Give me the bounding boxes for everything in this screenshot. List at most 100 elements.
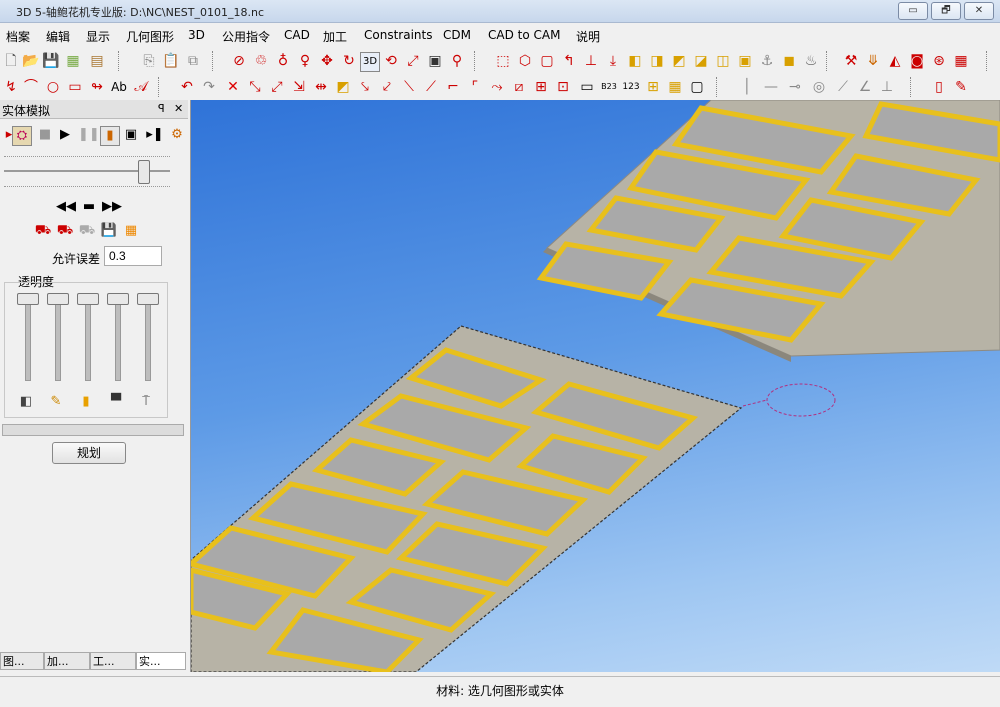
speed-slider-thumb[interactable] <box>138 160 150 184</box>
circle-icon[interactable]: ○ <box>44 78 62 96</box>
line-dash-icon[interactable]: ⊸ <box>786 78 804 96</box>
angle-icon[interactable]: ∠ <box>856 78 874 96</box>
transparency-slider-4[interactable] <box>115 297 121 381</box>
transparency-thumb-1[interactable] <box>17 293 39 305</box>
transparency-slider-5[interactable] <box>145 297 151 381</box>
iso-view-icon[interactable]: ⬡ <box>516 52 534 70</box>
node-edit-icon[interactable]: ⊡ <box>554 78 572 96</box>
stop-icon[interactable]: ■ <box>36 126 54 144</box>
maximize-button[interactable]: 🗗 <box>931 2 961 20</box>
minimize-button[interactable]: ▭ <box>898 2 928 20</box>
menu-3d[interactable]: 3D <box>188 28 205 42</box>
3d-scene[interactable] <box>191 100 1000 672</box>
open-folder-icon[interactable]: 📂 <box>22 52 40 70</box>
menu-cdm[interactable]: CDM <box>443 28 471 42</box>
frame-icon[interactable]: ▦ <box>666 78 684 96</box>
step-icon[interactable]: ▣ <box>122 126 140 144</box>
break-icon[interactable]: ⌐ <box>444 78 462 96</box>
menu-view[interactable]: 显示 <box>86 28 110 45</box>
edit-pen-icon[interactable]: ✎ <box>952 78 970 96</box>
transparency-thumb-5[interactable] <box>137 293 159 305</box>
cube-left-icon[interactable]: ◫ <box>714 52 732 70</box>
mirror-icon[interactable]: ⇹ <box>312 78 330 96</box>
undo-icon[interactable]: ↶ <box>178 78 196 96</box>
chamfer-icon[interactable]: ⟋ <box>422 78 440 96</box>
zoom-window-icon[interactable]: ⚲ <box>448 52 466 70</box>
cube-side-icon[interactable]: ◩ <box>670 52 688 70</box>
redo-icon[interactable]: ↷ <box>200 78 218 96</box>
horizontal-scrollbar[interactable] <box>2 424 184 436</box>
menu-utilities[interactable]: 公用指令 <box>222 28 270 45</box>
zoom-fit-icon[interactable]: ⤢ <box>404 52 422 70</box>
tab-solid[interactable]: 实... <box>136 652 186 670</box>
tab-geometry[interactable]: 图... <box>0 652 44 670</box>
3d-viewport[interactable] <box>191 100 1000 672</box>
save-sim-icon[interactable]: 💾 <box>100 222 118 240</box>
reset-icon[interactable]: ▬ <box>80 198 98 216</box>
transparency-thumb-2[interactable] <box>47 293 69 305</box>
line-h-icon[interactable]: │ <box>738 78 756 96</box>
simulate-b-icon[interactable]: ⛟ <box>56 222 74 240</box>
save-icon[interactable]: 💾 <box>42 52 60 70</box>
fillet-icon[interactable]: ⟍ <box>400 78 418 96</box>
transparency-slider-1[interactable] <box>25 297 31 381</box>
curve-icon[interactable]: ↬ <box>88 78 106 96</box>
lathe-icon[interactable]: ♨ <box>802 52 820 70</box>
cube-bottom-icon[interactable]: ◼ <box>780 52 798 70</box>
menu-cad[interactable]: CAD <box>284 28 310 42</box>
menu-help[interactable]: 说明 <box>576 28 600 45</box>
print-icon[interactable]: ▦ <box>64 52 82 70</box>
trim-icon[interactable]: ⤥ <box>356 78 374 96</box>
copy-icon[interactable]: ⎘ <box>140 52 158 70</box>
offset-icon[interactable]: ◩ <box>334 78 352 96</box>
axis-z-icon[interactable]: ⊥ <box>582 52 600 70</box>
solid-b-icon[interactable]: ◙ <box>908 52 926 70</box>
arc-icon[interactable]: ⌒ <box>22 78 40 96</box>
polyline-icon[interactable]: ↯ <box>2 78 20 96</box>
line-d-icon[interactable]: — <box>762 78 780 96</box>
palette-icon[interactable]: ▦ <box>122 222 140 240</box>
box-view-icon[interactable]: ⬚ <box>494 52 512 70</box>
anchor-icon[interactable]: ⚓ <box>758 52 776 70</box>
join-icon[interactable]: ⌜ <box>466 78 484 96</box>
tool-icon[interactable]: ▮ <box>100 126 120 146</box>
select-group-icon[interactable]: ♲ <box>252 52 270 70</box>
frame-alt-icon[interactable]: ▢ <box>688 78 706 96</box>
array-icon[interactable]: ⊞ <box>532 78 550 96</box>
pan-icon[interactable]: ✥ <box>318 52 336 70</box>
explode-icon[interactable]: ⧄ <box>510 78 528 96</box>
drill-icon[interactable]: ⤋ <box>864 52 882 70</box>
red-rect-icon[interactable]: ▯ <box>930 78 948 96</box>
select-user-icon[interactable]: ♁ <box>274 52 292 70</box>
step-forward-icon[interactable]: ▸❚ <box>146 126 164 144</box>
fast-forward-icon[interactable]: ▶▶ <box>102 198 122 216</box>
tool-change-icon[interactable]: ⚒ <box>842 52 860 70</box>
panel-close-icon[interactable]: ✕ <box>174 102 183 115</box>
pause-icon[interactable]: ❚❚ <box>78 126 100 144</box>
tangent-icon[interactable]: ⟋ <box>834 78 852 96</box>
menu-file[interactable]: 档案 <box>6 28 30 45</box>
tolerance-input[interactable] <box>104 246 162 266</box>
select-circle-icon[interactable]: ⊘ <box>230 52 248 70</box>
sim-mode-icon[interactable]: ⛭ <box>12 126 32 146</box>
extend-icon[interactable]: ⤦ <box>378 78 396 96</box>
axis-xy-icon[interactable]: ↰ <box>560 52 578 70</box>
menu-cad-to-cam[interactable]: CAD to CAM <box>488 28 560 42</box>
simulate-c-icon[interactable]: ⛟ <box>78 222 96 240</box>
number-123-icon[interactable]: 123 <box>622 78 640 96</box>
close-button[interactable]: ✕ <box>964 2 994 20</box>
new-file-icon[interactable]: 🗋 <box>2 52 20 70</box>
text-icon[interactable]: Ab <box>110 78 128 96</box>
pin-icon[interactable]: ꟼ <box>158 102 165 115</box>
rectangle-icon[interactable]: ▭ <box>66 78 84 96</box>
text-style-icon[interactable]: 𝒜 <box>132 78 150 96</box>
clipboard-icon[interactable]: ⧉ <box>184 52 202 70</box>
tab-machining[interactable]: 加... <box>44 652 90 670</box>
corner-icon[interactable]: ⤳ <box>488 78 506 96</box>
select-user-alt-icon[interactable]: ♀ <box>296 52 314 70</box>
image-icon[interactable]: ▣ <box>426 52 444 70</box>
grid-view-icon[interactable]: ▦ <box>952 52 970 70</box>
cube-front-icon[interactable]: ◨ <box>648 52 666 70</box>
front-view-icon[interactable]: ▢ <box>538 52 556 70</box>
simulate-a-icon[interactable]: ⛟ <box>34 222 52 240</box>
